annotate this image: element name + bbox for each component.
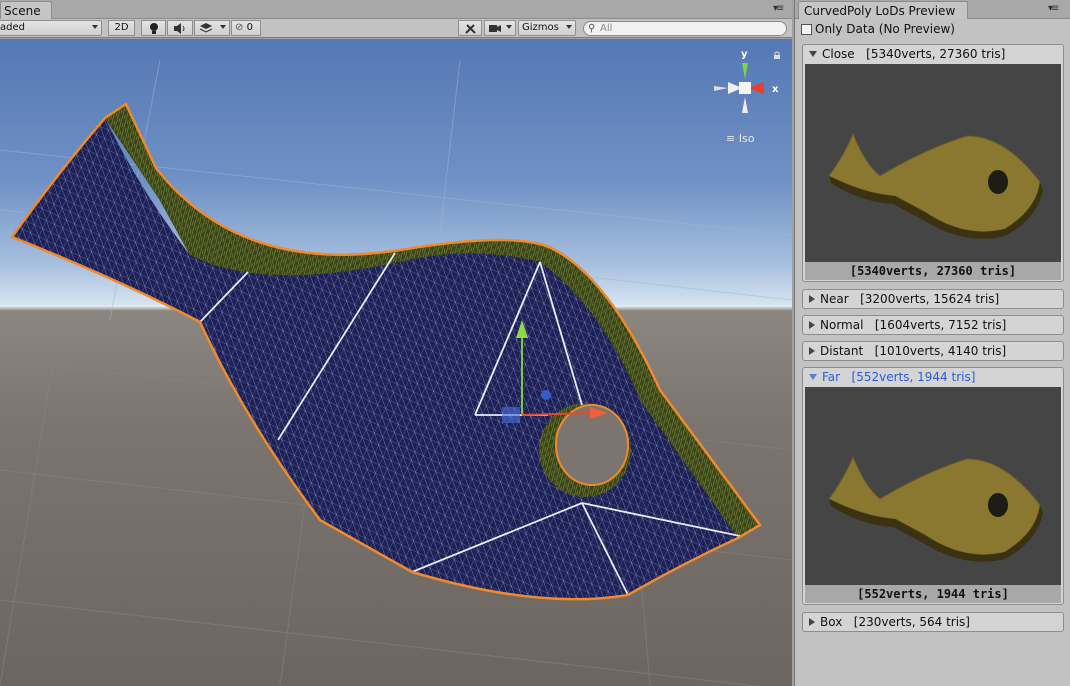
axis-x-label: x [772,84,779,95]
lod-name: Close [822,47,855,61]
panel-tab-menu-icon[interactable]: ▾≡ [1048,3,1059,14]
lighting-toggle-button[interactable] [141,20,166,36]
fish-preview-image [828,132,1043,239]
lod-name: Distant [820,344,864,358]
lod-section-near[interactable]: Near [3200verts, 15624 tris] [802,289,1064,309]
scene-render [0,59,792,686]
lod-header-close[interactable]: Close [5340verts, 27360 tris] [803,45,1063,64]
lod-name: Near [820,292,849,306]
lod-info: [5340verts, 27360 tris] [866,47,1006,61]
projection-label: Iso [738,132,755,145]
lod-info: [1010verts, 4140 tris] [874,344,1007,358]
lod-preview-tab[interactable]: CurvedPoly LoDs Preview [798,1,968,19]
lod-name: Normal [820,318,864,332]
effects-dropdown[interactable] [194,20,230,36]
only-data-label: Only Data (No Preview) [815,22,955,36]
lod-section-normal[interactable]: Normal [1604verts, 7152 tris] [802,315,1064,335]
hidden-count: 0 [246,22,253,33]
lod-header-box[interactable]: Box [230verts, 564 tris] [803,613,1063,632]
eye-slash-icon: ⊘ [235,22,244,33]
gizmos-dropdown[interactable]: Gizmos [518,20,576,36]
chevron-down-icon [566,25,572,29]
chevron-down-icon [220,25,226,29]
gizmo-center-cube[interactable] [739,82,751,94]
fold-closed-icon [809,618,815,626]
lod-info: [1604verts, 7152 tris] [874,318,1007,332]
fold-open-icon [809,374,817,380]
layers-icon [199,23,213,33]
axis-neg-y-cone[interactable] [742,97,748,113]
lod-name: Box [820,615,843,629]
scene-tab-bar: Scene ▾≡ [0,0,792,19]
fold-closed-icon [809,347,815,355]
shading-mode-dropdown[interactable]: aded [0,20,102,36]
lod-section-far: Far [552verts, 1944 tris] [552verts, 194… [802,367,1064,605]
chevron-down-icon [506,25,512,29]
scene-window: Scene ▾≡ aded 2D ⊘ 0 Gizmos ⚲ All y x ≡ … [0,0,792,686]
only-data-checkbox[interactable] [801,24,812,35]
audio-toggle-button[interactable] [167,20,193,36]
fold-open-icon [809,51,817,57]
search-icon: ⚲ [588,23,596,34]
panel-tab-bar: CurvedPoly LoDs Preview ▾≡ [795,0,1070,19]
lod-preview-far [805,387,1061,585]
lod-section-box[interactable]: Box [230verts, 564 tris] [802,612,1064,632]
menu-lines-icon: ≡ [726,132,736,145]
camera-dropdown[interactable] [484,20,516,36]
2d-toggle-button[interactable]: 2D [108,20,135,36]
lod-header-normal[interactable]: Normal [1604verts, 7152 tris] [803,316,1063,335]
lod-preview-close [805,64,1061,262]
fold-closed-icon [809,295,815,303]
lod-header-near[interactable]: Near [3200verts, 15624 tris] [803,290,1063,309]
scene-search-input[interactable]: ⚲ All [583,21,787,36]
scene-toolbar: aded 2D ⊘ 0 Gizmos ⚲ All [0,19,792,38]
search-placeholder: All [600,23,613,34]
scene-viewport[interactable]: y x ≡ Iso [0,39,792,686]
projection-toggle[interactable]: ≡ Iso [726,132,754,145]
tools-button[interactable] [458,20,482,36]
fish-preview-image [828,455,1043,562]
lock-icon[interactable] [773,51,781,59]
axis-y-cone[interactable] [742,63,748,79]
lod-section-close: Close [5340verts, 27360 tris] [5340verts… [802,44,1064,282]
fold-closed-icon [809,321,815,329]
camera-icon [489,25,501,32]
only-data-toggle[interactable]: Only Data (No Preview) [801,22,955,36]
lod-info: [552verts, 1944 tris] [851,370,976,384]
scene-tab[interactable]: Scene [0,1,52,19]
shading-mode-label: aded [0,22,25,33]
scene-tab-menu-icon[interactable]: ▾≡ [773,3,784,14]
lod-preview-panel: CurvedPoly LoDs Preview ▾≡ Only Data (No… [794,0,1070,686]
lod-info: [230verts, 564 tris] [853,615,970,629]
gizmos-label: Gizmos [522,22,559,33]
tools-icon [464,24,476,34]
lod-name: Far [822,370,841,384]
lod-header-distant[interactable]: Distant [1010verts, 4140 tris] [803,342,1063,361]
lod-header-far[interactable]: Far [552verts, 1944 tris] [803,368,1063,387]
axis-y-label: y [741,49,748,60]
lod-caption-close: [5340verts, 27360 tris] [805,262,1061,280]
lod-info: [3200verts, 15624 tris] [860,292,1000,306]
lod-section-distant[interactable]: Distant [1010verts, 4140 tris] [802,341,1064,361]
hidden-objects-toggle[interactable]: ⊘ 0 [231,20,261,36]
lod-caption-far: [552verts, 1944 tris] [805,585,1061,603]
lightbulb-icon [149,23,158,34]
chevron-down-icon [92,25,98,29]
speaker-icon [174,23,185,34]
